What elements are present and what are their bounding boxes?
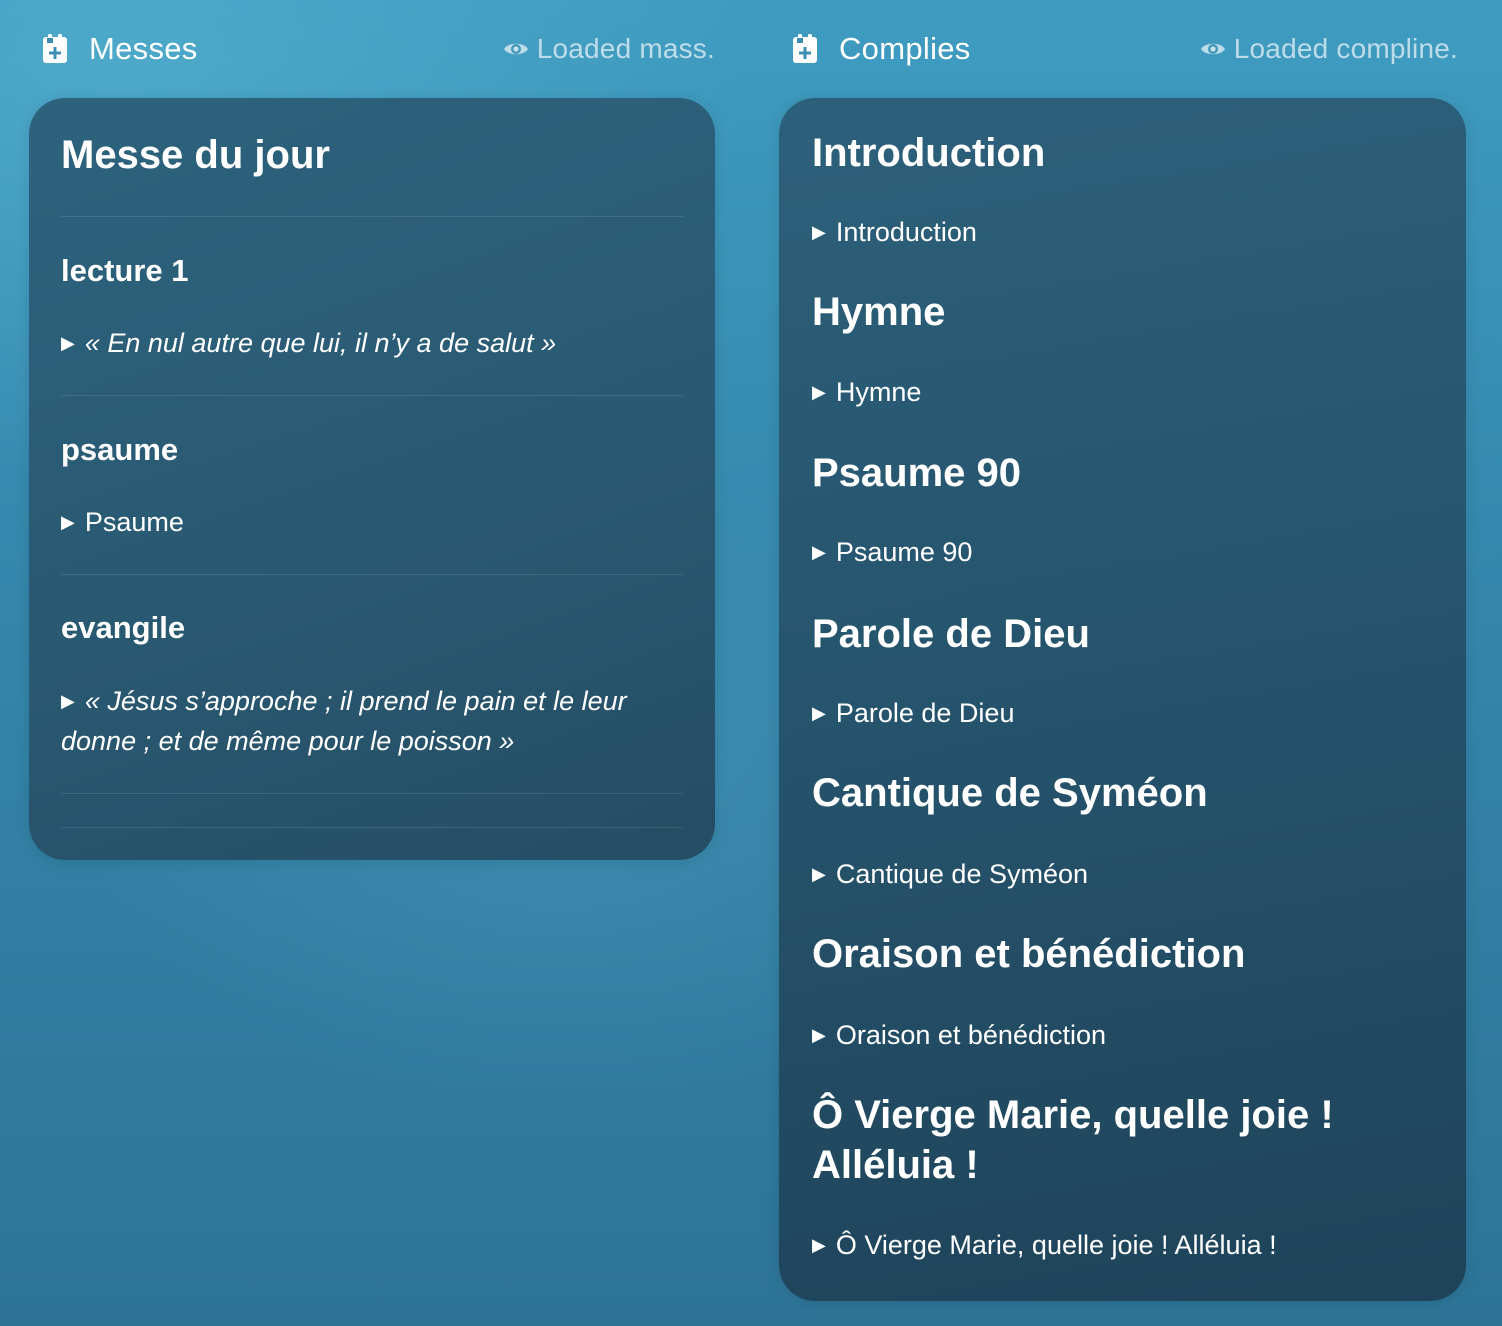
triangle-right-icon: ▶ [61, 333, 75, 353]
reading-title: « Jésus s’approche ; il prend le pain et… [61, 686, 627, 756]
office-part-title: Cantique de Syméon [835, 859, 1089, 889]
disclosure-evangile[interactable]: ▶ « Jésus s’approche ; il prend le pain e… [61, 681, 683, 761]
mass-card: Messe du jour lecture 1 ▶ « En nul autre … [29, 98, 715, 860]
section-heading-psaume: psaume [61, 432, 179, 467]
compline-widget-title: Complies [839, 31, 971, 66]
triangle-right-icon: ▶ [812, 542, 826, 562]
section-heading-evangile: evangile [61, 610, 186, 645]
triangle-right-icon: ▶ [812, 382, 826, 402]
mass-widget: Messes Loaded mass. Messe du jour lectur… [29, 0, 715, 860]
office-part-title: Oraison et bénédiction [835, 1020, 1107, 1050]
mass-widget-title: Messes [89, 31, 198, 66]
section-heading-parole-de-dieu: Parole de Dieu [812, 612, 1090, 656]
disclosure-lecture-1[interactable]: ▶ « En nul autre que lui, il n’y a de sal… [61, 323, 683, 363]
triangle-right-icon: ▶ [61, 512, 75, 532]
triangle-right-icon: ▶ [812, 864, 826, 884]
section-heading-o-vierge-marie: Ô Vierge Marie, quelle joie ! Alléluia ! [812, 1093, 1334, 1187]
section-heading-introduction: Introduction [812, 131, 1046, 175]
mass-status-text: Loaded mass. [536, 33, 715, 64]
eye-icon [503, 43, 528, 55]
section-heading-psaume-90: Psaume 90 [812, 451, 1022, 495]
section-heading-lecture-1: lecture 1 [61, 253, 189, 288]
disclosure-hymne[interactable]: ▶ Hymne [812, 374, 1433, 410]
triangle-right-icon: ▶ [812, 222, 826, 242]
reading-title: « En nul autre que lui, il n’y a de salu… [84, 328, 557, 358]
disclosure-psaume-90[interactable]: ▶ Psaume 90 [812, 534, 1433, 570]
mass-card-title: Messe du jour [61, 133, 330, 177]
section-heading-hymne: Hymne [812, 290, 946, 334]
compline-status: Loaded compline. [1200, 33, 1458, 65]
eye-icon [1200, 43, 1225, 55]
disclosure-introduction[interactable]: ▶ Introduction [812, 214, 1433, 250]
section-heading-oraison-et-benediction: Oraison et bénédiction [812, 932, 1246, 976]
disclosure-oraison-et-benediction[interactable]: ▶ Oraison et bénédiction [812, 1017, 1433, 1053]
mass-status: Loaded mass. [503, 33, 715, 65]
office-part-title: Hymne [835, 377, 922, 407]
office-part-title: Parole de Dieu [835, 698, 1015, 728]
divider [61, 827, 683, 828]
disclosure-psaume[interactable]: ▶ Psaume [61, 502, 683, 542]
disclosure-o-vierge-marie[interactable]: ▶ Ô Vierge Marie, quelle joie ! Alléluia … [812, 1227, 1433, 1263]
disclosure-parole-de-dieu[interactable]: ▶ Parole de Dieu [812, 695, 1433, 731]
disclosure-cantique-de-symeon[interactable]: ▶ Cantique de Syméon [812, 856, 1433, 892]
section-heading-cantique-de-symeon: Cantique de Syméon [812, 771, 1208, 815]
office-part-title: Introduction [835, 217, 977, 247]
mass-widget-header: Messes Loaded mass. [29, 0, 715, 98]
office-part-title: Ô Vierge Marie, quelle joie ! Alléluia ! [835, 1230, 1277, 1260]
compline-widget-title-group[interactable]: Complies [779, 31, 971, 67]
compline-card: Introduction ▶ Introduction Hymne ▶ Hymne … [779, 98, 1466, 1301]
mass-widget-title-group[interactable]: Messes [29, 31, 198, 67]
office-part-title: Psaume 90 [835, 537, 973, 567]
triangle-right-icon: ▶ [812, 703, 826, 723]
compline-widget: Complies Loaded compline. Introduction ▶… [779, 0, 1466, 1301]
compline-widget-header: Complies Loaded compline. [779, 0, 1466, 98]
reading-title: Psaume [84, 507, 184, 537]
triangle-right-icon: ▶ [812, 1025, 826, 1045]
triangle-right-icon: ▶ [61, 691, 75, 711]
calendar-plus-icon [43, 34, 67, 63]
triangle-right-icon: ▶ [812, 1235, 826, 1255]
compline-status-text: Loaded compline. [1233, 33, 1458, 64]
calendar-plus-icon [793, 34, 817, 63]
